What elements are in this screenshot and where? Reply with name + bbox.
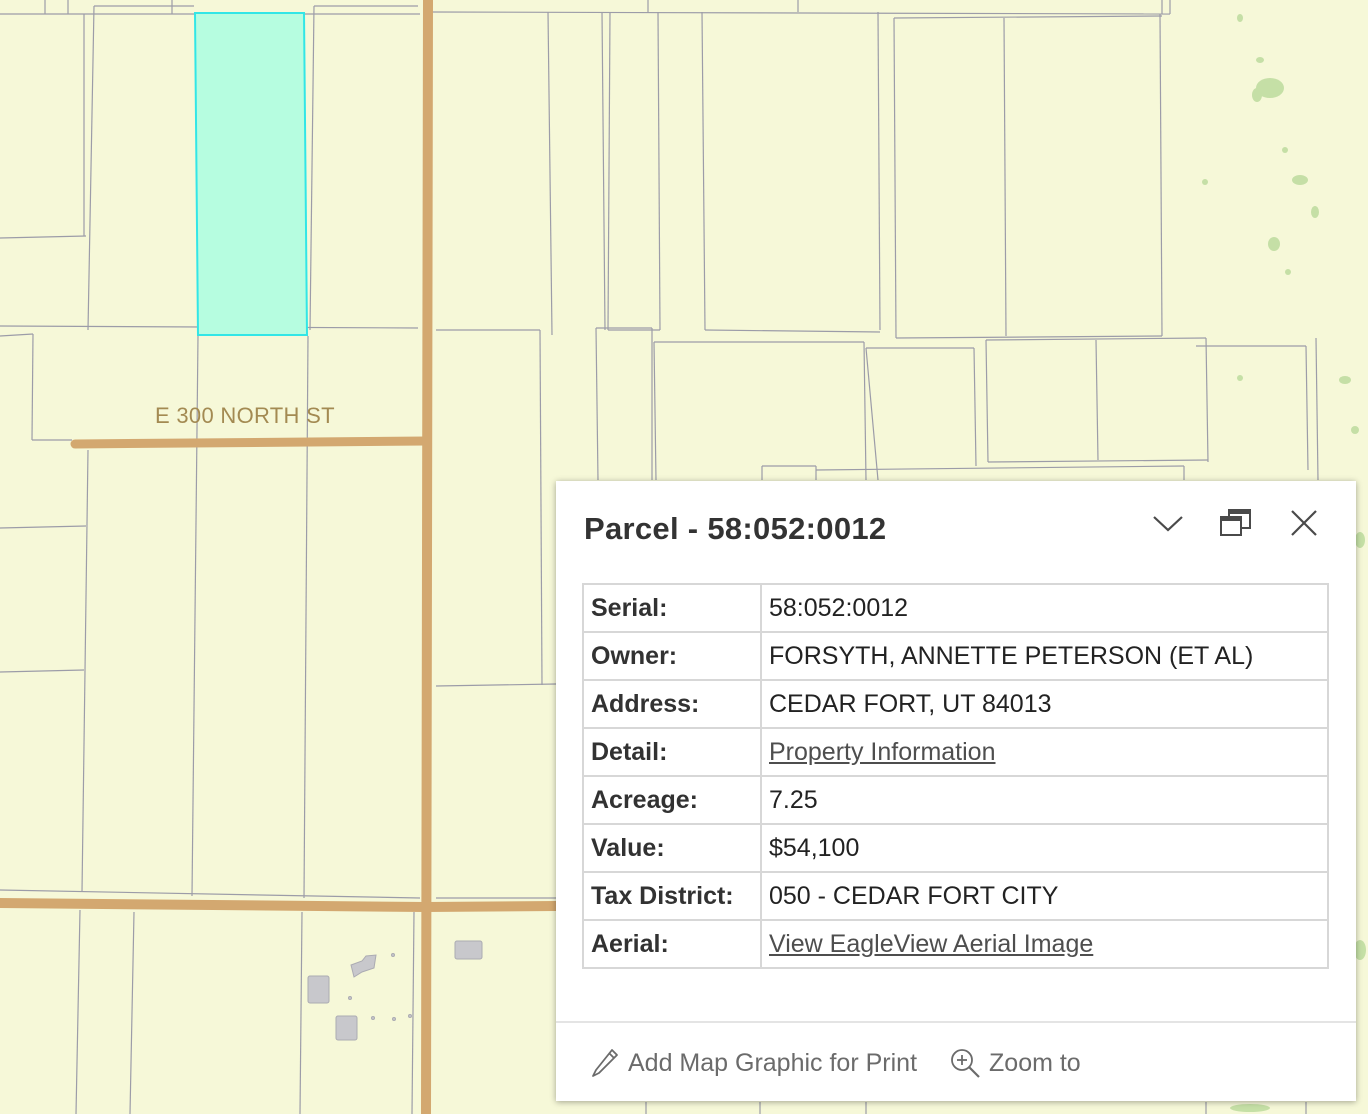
field-label: Value:	[582, 823, 762, 873]
add-map-graphic-button[interactable]: Add Map Graphic for Print	[590, 1047, 917, 1079]
add-map-graphic-label: Add Map Graphic for Print	[628, 1048, 918, 1077]
field-label: Aerial:	[582, 919, 762, 969]
close-button[interactable]	[1280, 503, 1328, 543]
field-value: CEDAR FORT, UT 84013	[760, 679, 1329, 729]
table-row: Detail: Property Information	[582, 727, 1329, 777]
field-label: Owner:	[582, 631, 762, 681]
pencil-icon	[590, 1047, 620, 1079]
field-label: Detail:	[582, 727, 762, 777]
field-value: 7.25	[760, 775, 1329, 825]
zoom-to-button[interactable]: Zoom to	[949, 1047, 1081, 1079]
field-value: FORSYTH, ANNETTE PETERSON (ET AL)	[760, 631, 1329, 681]
popup-title: Parcel - 58:052:0012	[584, 511, 887, 546]
field-value-cell: Property Information	[760, 727, 1329, 777]
dock-icon	[1220, 509, 1251, 536]
dock-button[interactable]	[1212, 503, 1260, 543]
selected-parcel[interactable]	[193, 12, 309, 336]
table-row: Value: $54,100	[582, 823, 1329, 873]
popup-header-actions	[1144, 503, 1328, 543]
field-value: $54,100	[760, 823, 1329, 873]
field-label: Address:	[582, 679, 762, 729]
field-value: 58:052:0012	[760, 583, 1329, 633]
table-row: Aerial: View EagleView Aerial Image	[582, 919, 1329, 969]
buildings	[307, 940, 483, 1041]
field-label: Acreage:	[582, 775, 762, 825]
table-row: Serial: 58:052:0012	[582, 583, 1329, 633]
collapse-button[interactable]	[1144, 503, 1192, 543]
street-label: E 300 NORTH ST	[155, 403, 335, 428]
zoom-to-label: Zoom to	[989, 1048, 1081, 1077]
attribute-table: Serial: 58:052:0012 Owner: FORSYTH, ANNE…	[582, 583, 1329, 969]
parcel-popup: Parcel - 58:052:0012 Serial: 58:052:0012…	[556, 481, 1356, 1101]
popup-footer: Add Map Graphic for Print Zoom to	[556, 1021, 1356, 1103]
close-icon	[1291, 510, 1317, 536]
chevron-down-icon	[1153, 516, 1183, 532]
field-value: 050 - CEDAR FORT CITY	[760, 871, 1329, 921]
field-value-cell: View EagleView Aerial Image	[760, 919, 1329, 969]
field-label: Serial:	[582, 583, 762, 633]
table-row: Owner: FORSYTH, ANNETTE PETERSON (ET AL)	[582, 631, 1329, 681]
table-row: Tax District: 050 - CEDAR FORT CITY	[582, 871, 1329, 921]
field-label: Tax District:	[582, 871, 762, 921]
zoom-in-icon	[949, 1047, 981, 1079]
table-row: Acreage: 7.25	[582, 775, 1329, 825]
table-row: Address: CEDAR FORT, UT 84013	[582, 679, 1329, 729]
property-information-link[interactable]: Property Information	[769, 738, 996, 766]
aerial-image-link[interactable]: View EagleView Aerial Image	[769, 930, 1093, 958]
